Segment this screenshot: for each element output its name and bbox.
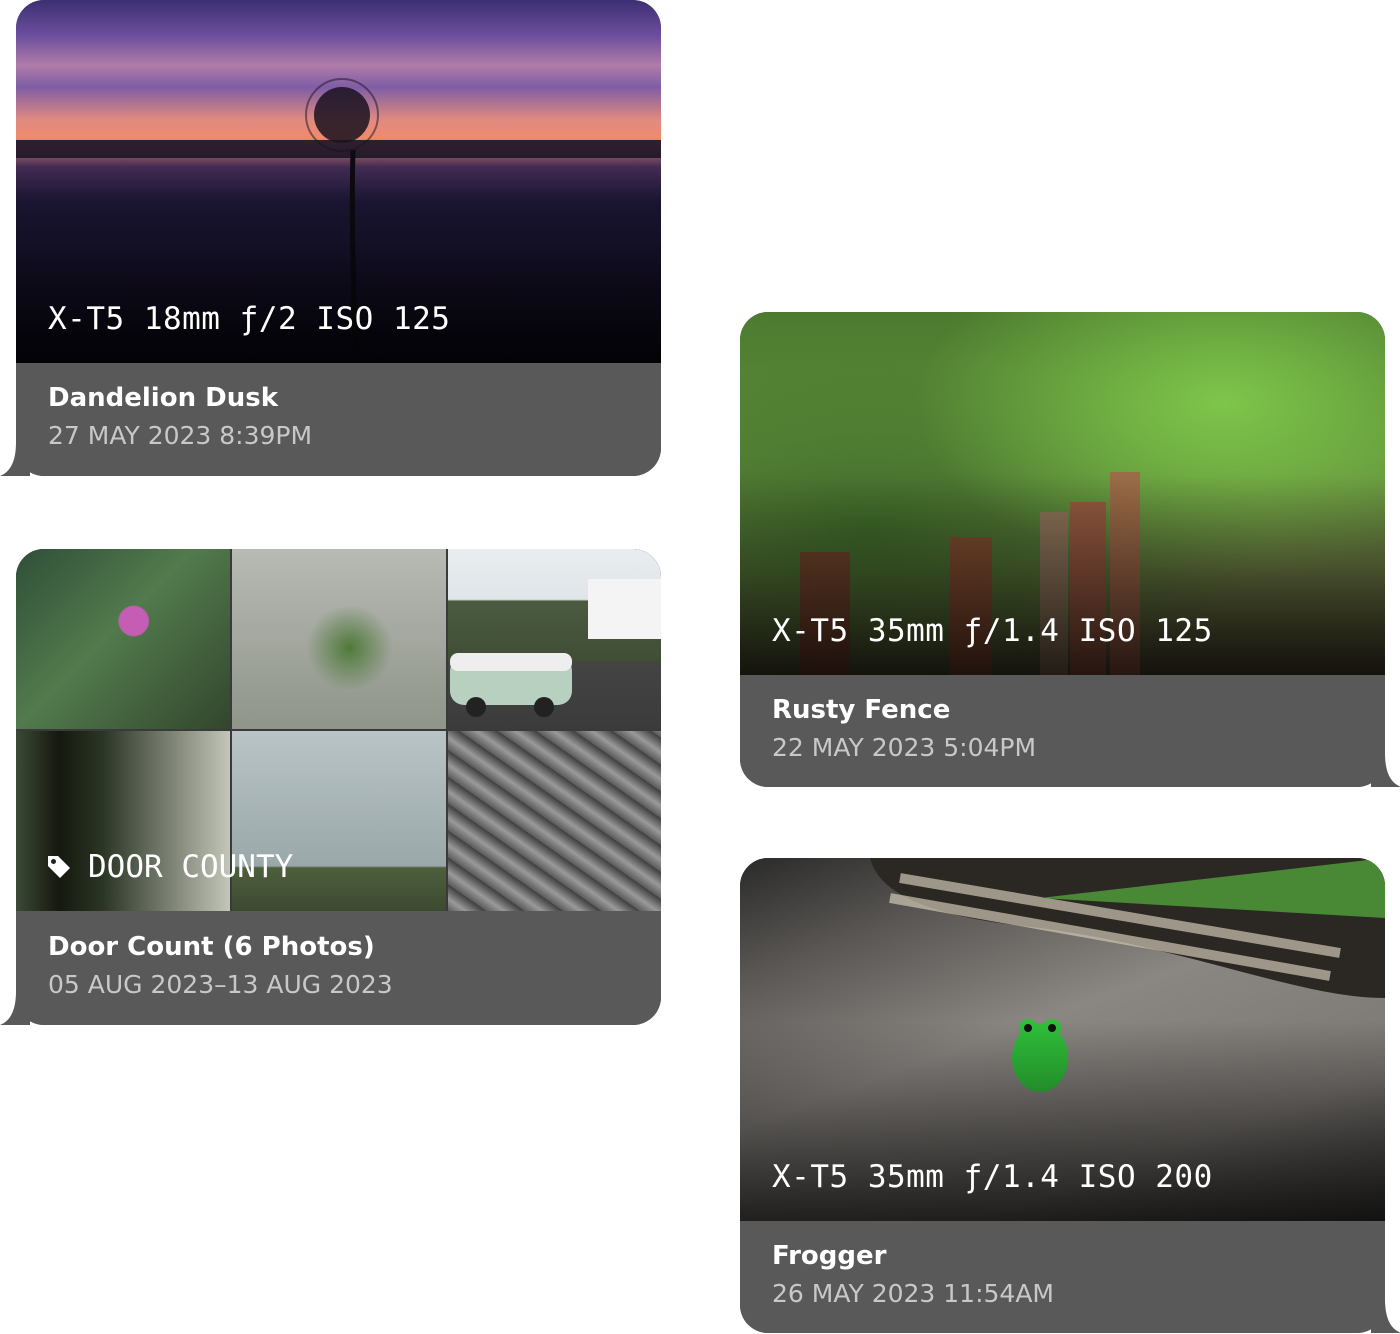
photo-date: 26 MAY 2023 11:54AM [772, 1279, 1054, 1308]
tag-icon [48, 856, 70, 878]
message-bubble: X-T5 18mm ƒ/2 ISO 125 Dandelion Dusk 27 … [16, 0, 661, 476]
album-photo-pins[interactable] [448, 731, 661, 911]
photo-message-frogger[interactable]: X-T5 35mm ƒ/1.4 ISO 200 Frogger 26 MAY 2… [740, 858, 1400, 1333]
message-bubble: DOOR COUNTY Door Count (6 Photos) 05 AUG… [16, 549, 661, 1025]
album-tag: DOOR COUNTY [46, 849, 293, 885]
photo-image[interactable]: X-T5 35mm ƒ/1.4 ISO 200 [740, 858, 1385, 1221]
photo-message-dandelion-dusk[interactable]: X-T5 18mm ƒ/2 ISO 125 Dandelion Dusk 27 … [0, 0, 661, 476]
exif-info: X-T5 18mm ƒ/2 ISO 125 [48, 301, 451, 337]
exif-info: X-T5 35mm ƒ/1.4 ISO 200 [772, 1159, 1213, 1195]
photo-image[interactable]: X-T5 35mm ƒ/1.4 ISO 125 [740, 312, 1385, 675]
photo-caption: Frogger 26 MAY 2023 11:54AM [740, 1221, 1385, 1333]
exif-info: X-T5 35mm ƒ/1.4 ISO 125 [772, 613, 1213, 649]
photo-message-rusty-fence[interactable]: X-T5 35mm ƒ/1.4 ISO 125 Rusty Fence 22 M… [740, 312, 1400, 787]
album-date-range: 05 AUG 2023–13 AUG 2023 [48, 970, 393, 999]
message-bubble: X-T5 35mm ƒ/1.4 ISO 125 Rusty Fence 22 M… [740, 312, 1385, 787]
photo-caption: Rusty Fence 22 MAY 2023 5:04PM [740, 675, 1385, 787]
album-message-door-count[interactable]: DOOR COUNTY Door Count (6 Photos) 05 AUG… [0, 549, 661, 1025]
photo-date: 27 MAY 2023 8:39PM [48, 421, 313, 450]
album-photo-van[interactable] [448, 549, 661, 729]
photo-caption: Dandelion Dusk 27 MAY 2023 8:39PM [16, 363, 661, 476]
message-bubble: X-T5 35mm ƒ/1.4 ISO 200 Frogger 26 MAY 2… [740, 858, 1385, 1333]
photo-image[interactable]: X-T5 18mm ƒ/2 ISO 125 [16, 0, 661, 363]
album-tag-label: DOOR COUNTY [88, 849, 294, 885]
album-photo-weed[interactable] [232, 549, 446, 729]
photo-title: Rusty Fence [772, 695, 951, 725]
album-photo-rose[interactable] [16, 549, 230, 729]
photo-caption: Door Count (6 Photos) 05 AUG 2023–13 AUG… [16, 912, 661, 1025]
photo-title: Dandelion Dusk [48, 383, 278, 413]
album-title: Door Count (6 Photos) [48, 932, 375, 962]
photo-title: Frogger [772, 1241, 887, 1271]
van-shape [450, 579, 661, 717]
photo-date: 22 MAY 2023 5:04PM [772, 733, 1037, 762]
